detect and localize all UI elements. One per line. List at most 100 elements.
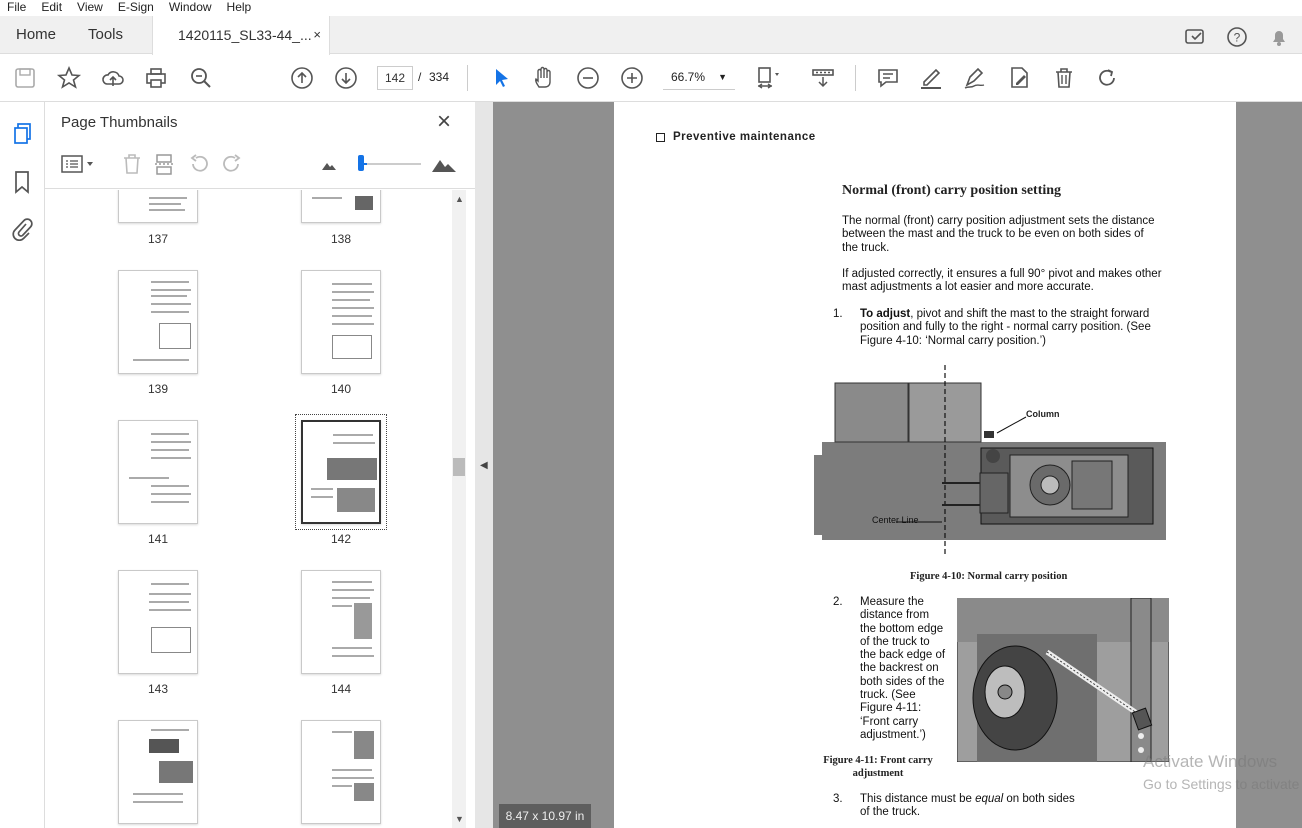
page-thumbnail[interactable] bbox=[301, 570, 381, 674]
scroll-down-icon[interactable]: ▼ bbox=[455, 814, 464, 824]
zoom-out-icon[interactable] bbox=[575, 65, 601, 91]
menu-window[interactable]: Window bbox=[162, 0, 220, 16]
tab-home[interactable]: Home bbox=[16, 16, 56, 54]
figure-4-10-caption: Figure 4-10: Normal carry position bbox=[910, 571, 1068, 582]
share-screen-icon[interactable] bbox=[1184, 26, 1206, 48]
page-number-input[interactable]: 142 bbox=[377, 66, 413, 90]
collapse-arrow-icon: ◀ bbox=[480, 460, 488, 471]
thumbnail-label: 141 bbox=[147, 532, 169, 546]
label-center-line: Center Line bbox=[872, 515, 919, 525]
section-checkbox-glyph bbox=[656, 133, 665, 142]
panel-title: Page Thumbnails bbox=[61, 114, 178, 131]
zoom-level-select[interactable]: 66.7% ▼ bbox=[663, 66, 735, 90]
page-thumbnail[interactable] bbox=[118, 420, 198, 524]
insert-page-icon[interactable] bbox=[153, 152, 175, 176]
attachments-paperclip-icon[interactable] bbox=[11, 217, 33, 241]
page-thumbnail[interactable] bbox=[118, 720, 198, 824]
zoom-value: 66.7% bbox=[671, 70, 706, 84]
step-2-text: Measure the distance from the bottom edg… bbox=[860, 596, 946, 741]
thumbnail-label: 142 bbox=[330, 532, 352, 546]
thumbnail-label: 140 bbox=[330, 382, 352, 396]
thumbnail-label: 137 bbox=[147, 232, 169, 246]
step-1-number: 1. bbox=[833, 308, 843, 320]
close-tab-icon[interactable]: × bbox=[313, 16, 321, 54]
rotate-left-icon[interactable] bbox=[188, 152, 210, 176]
comment-icon[interactable] bbox=[875, 65, 901, 91]
previous-page-icon[interactable] bbox=[289, 65, 315, 91]
section-header: Preventive maintenance bbox=[673, 131, 816, 143]
large-mountain-icon[interactable] bbox=[431, 152, 457, 174]
page-thumbnail[interactable] bbox=[301, 270, 381, 374]
section-heading: Normal (front) carry position setting bbox=[842, 183, 1062, 198]
step-1-bold: To adjust bbox=[860, 308, 911, 320]
page-thumbnail[interactable] bbox=[118, 270, 198, 374]
thumbnail-scrollbar[interactable]: ▲ ▼ bbox=[452, 190, 466, 828]
thumbnail-list: 137 138 139 140 141 142 143 144 bbox=[45, 190, 452, 828]
step-1-text: To adjust, pivot and shift the mast to t… bbox=[860, 308, 1172, 348]
bookmark-star-icon[interactable] bbox=[56, 65, 82, 91]
edit-pdf-icon[interactable] bbox=[1006, 65, 1032, 91]
hand-tool-icon[interactable] bbox=[531, 65, 557, 91]
find-magnifier-icon[interactable] bbox=[188, 65, 214, 91]
close-panel-icon[interactable]: × bbox=[437, 108, 451, 136]
scroll-mode-icon[interactable] bbox=[810, 65, 836, 91]
menu-bar: File Edit View E-Sign Window Help bbox=[0, 0, 1302, 16]
redo-rotate-icon[interactable] bbox=[1094, 65, 1120, 91]
delete-trash-icon[interactable] bbox=[1051, 65, 1077, 91]
notification-bell-icon[interactable] bbox=[1268, 26, 1290, 48]
page-thumbnail[interactable] bbox=[118, 570, 198, 674]
page-thumbnail[interactable] bbox=[301, 190, 381, 223]
thumbnails-panel: Page Thumbnails × 137 138 139 140 141 14… bbox=[45, 102, 475, 828]
menu-file[interactable]: File bbox=[0, 0, 34, 16]
small-mountain-icon[interactable] bbox=[321, 156, 337, 172]
page-thumbnails-icon[interactable] bbox=[12, 122, 34, 146]
zoom-in-icon[interactable] bbox=[619, 65, 645, 91]
watermark-line-2: Go to Settings to activate bbox=[1143, 776, 1300, 792]
thumbnail-label: 143 bbox=[147, 682, 169, 696]
tab-bar: Home Tools 1420115_SL33-44_... × ? bbox=[0, 16, 1302, 55]
thumbnail-size-slider[interactable] bbox=[363, 163, 421, 165]
step-3-emphasis: equal bbox=[975, 793, 1004, 805]
rotate-right-icon[interactable] bbox=[221, 152, 243, 176]
pdf-page: Preventive maintenance Normal (front) ca… bbox=[614, 102, 1236, 828]
upload-cloud-icon[interactable] bbox=[100, 65, 126, 91]
select-cursor-icon[interactable] bbox=[488, 65, 514, 91]
scroll-up-icon[interactable]: ▲ bbox=[455, 194, 464, 204]
svg-text:?: ? bbox=[1234, 31, 1241, 45]
label-column: Column bbox=[1026, 409, 1060, 419]
sign-pen-icon[interactable] bbox=[962, 65, 988, 91]
thumbnail-label: 139 bbox=[147, 382, 169, 396]
next-page-icon[interactable] bbox=[333, 65, 359, 91]
scrollbar-thumb[interactable] bbox=[453, 458, 465, 476]
save-icon[interactable] bbox=[12, 65, 38, 91]
step-3-text: This distance must be equal on both side… bbox=[860, 793, 1075, 819]
delete-page-icon[interactable] bbox=[121, 152, 143, 176]
menu-help[interactable]: Help bbox=[220, 0, 260, 16]
step-3-number: 3. bbox=[833, 793, 843, 805]
thumbnail-label: 138 bbox=[330, 232, 352, 246]
figure-4-11-caption: Figure 4-11: Front carry adjustment bbox=[823, 755, 933, 779]
menu-edit[interactable]: Edit bbox=[34, 0, 70, 16]
page-size-badge: 8.47 x 10.97 in bbox=[499, 804, 591, 828]
page-fit-icon[interactable] bbox=[754, 65, 780, 91]
menu-esign[interactable]: E-Sign bbox=[111, 0, 162, 16]
page-thumbnail-selected[interactable] bbox=[301, 420, 381, 524]
help-icon[interactable]: ? bbox=[1226, 26, 1248, 48]
document-viewer[interactable]: Preventive maintenance Normal (front) ca… bbox=[493, 102, 1302, 828]
page-thumbnail[interactable] bbox=[301, 720, 381, 824]
print-icon[interactable] bbox=[143, 65, 169, 91]
panel-collapse-handle[interactable]: ◀ bbox=[475, 102, 493, 828]
highlight-pen-icon[interactable] bbox=[918, 65, 944, 91]
second-paragraph: If adjusted correctly, it ensures a full… bbox=[842, 268, 1162, 294]
page-thumbnail[interactable] bbox=[118, 190, 198, 223]
thumbnail-label: 144 bbox=[330, 682, 352, 696]
figure-normal-carry-position bbox=[814, 365, 1166, 557]
left-rail bbox=[0, 102, 45, 828]
slider-handle[interactable] bbox=[358, 155, 364, 171]
watermark-line-1: Activate Windows bbox=[1143, 752, 1278, 771]
tab-document[interactable]: 1420115_SL33-44_... × bbox=[152, 16, 330, 55]
tab-tools[interactable]: Tools bbox=[88, 16, 123, 54]
bookmarks-icon[interactable] bbox=[13, 170, 31, 194]
thumbnail-options-icon[interactable] bbox=[61, 154, 95, 176]
menu-view[interactable]: View bbox=[70, 0, 111, 16]
